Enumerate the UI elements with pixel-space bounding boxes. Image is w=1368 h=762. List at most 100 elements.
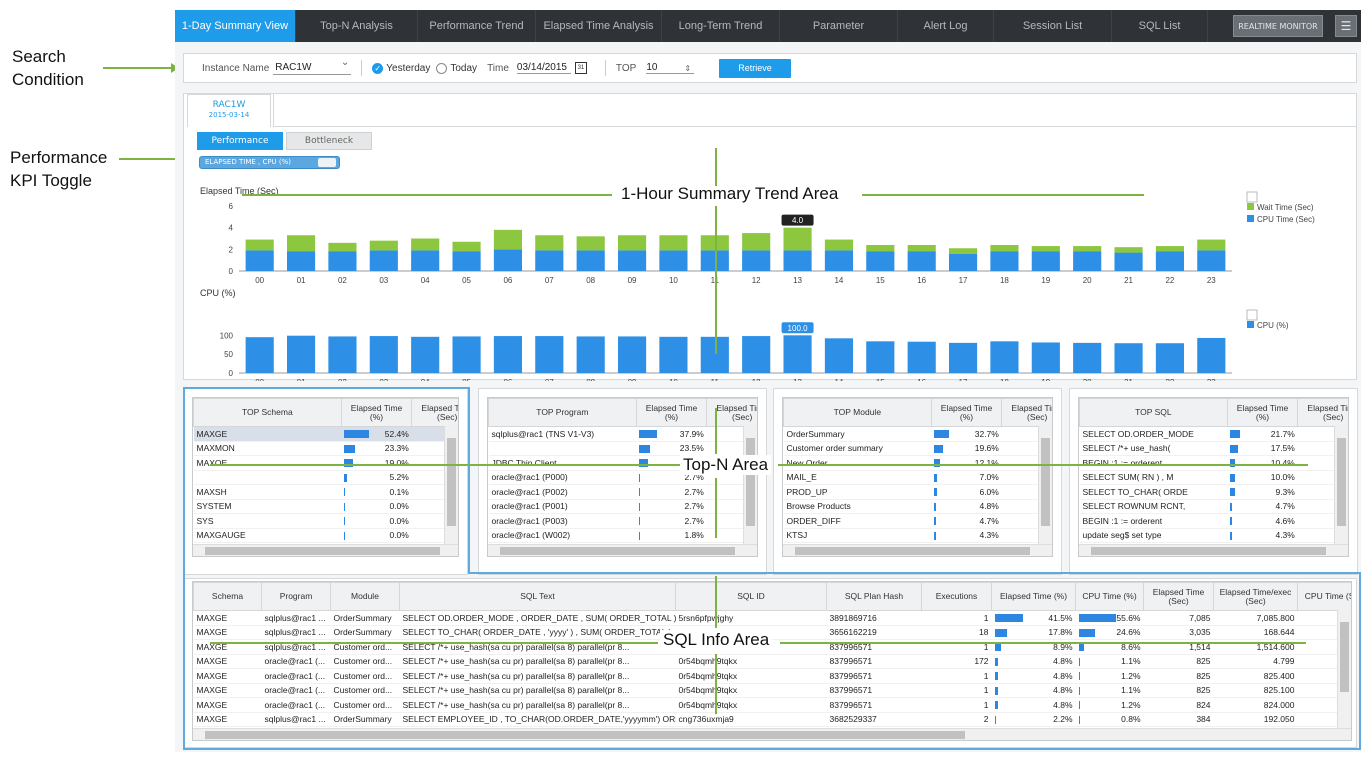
horizontal-scrollbar[interactable] [783, 544, 1052, 556]
calendar-icon[interactable]: 31 [574, 62, 587, 74]
bar-cpu-time-sec-[interactable] [1155, 251, 1185, 272]
table-row[interactable]: SELECT /*+ use_hash(17.5%5, [1079, 441, 1348, 456]
bar-cpu-[interactable] [866, 341, 895, 373]
bar-wait-time-sec-[interactable] [576, 236, 605, 251]
bar-cpu-time-sec-[interactable] [245, 250, 274, 271]
horizontal-scrollbar[interactable] [1079, 544, 1348, 556]
scroll-thumb[interactable] [500, 547, 735, 555]
hamburger-menu-icon[interactable]: ☰ [1335, 15, 1357, 37]
scroll-thumb[interactable] [746, 438, 755, 526]
table-row[interactable]: 23.5%7, [488, 441, 757, 456]
bar-cpu-[interactable] [824, 338, 854, 373]
table-row[interactable]: oracle@rac1 (P002) 2.7% [488, 484, 757, 500]
vertical-scrollbar[interactable] [1334, 426, 1348, 544]
today-label[interactable]: Today [450, 63, 477, 74]
bar-wait-time-sec-[interactable] [411, 238, 440, 251]
table-row[interactable]: MAIL_E7.0%2, [783, 470, 1052, 485]
bar-wait-time-sec-[interactable] [659, 235, 688, 251]
bar-cpu-[interactable] [328, 336, 357, 373]
bar-cpu-[interactable] [659, 336, 688, 373]
tab-performance-trend[interactable]: Performance Trend [418, 10, 536, 42]
bar-wait-time-sec-[interactable] [948, 248, 978, 254]
table-row[interactable]: oracle@rac1 (P001) 2.7% [488, 499, 757, 514]
tab-session-list[interactable]: Session List [994, 10, 1112, 42]
top-n-stepper[interactable]: 10 [646, 62, 695, 74]
bar-cpu-time-sec-[interactable] [369, 250, 398, 271]
tab-elapsed-time-analysis[interactable]: Elapsed Time Analysis [536, 10, 662, 42]
bar-wait-time-sec-[interactable] [328, 242, 357, 252]
bar-cpu-time-sec-[interactable] [1031, 251, 1060, 272]
bar-wait-time-sec-[interactable] [824, 239, 854, 251]
horizontal-scrollbar[interactable] [488, 544, 757, 556]
bar-cpu-time-sec-[interactable] [1114, 252, 1143, 271]
bar-wait-time-sec-[interactable] [493, 229, 523, 250]
bar-cpu-time-sec-[interactable] [535, 250, 564, 271]
column-header[interactable]: Elapsed Time (Sec) [1001, 398, 1052, 427]
bar-cpu-[interactable] [907, 341, 936, 373]
today-radio[interactable] [436, 62, 448, 74]
table-row[interactable]: KTSJ4.3%1, [783, 528, 1052, 543]
tab-1-day-summary[interactable]: 1-Day Summary View [175, 10, 296, 42]
bar-cpu-[interactable] [286, 335, 316, 373]
bar-wait-time-sec-[interactable] [1114, 247, 1143, 253]
bar-cpu-time-sec-[interactable] [907, 251, 936, 272]
bar-cpu-[interactable] [1114, 343, 1143, 373]
bar-wait-time-sec-[interactable] [617, 235, 647, 251]
column-header[interactable]: Elapsed Time (%) [930, 398, 1003, 427]
bar-cpu-time-sec-[interactable] [866, 251, 895, 272]
table-row[interactable]: OrderSummary32.7%10, [783, 426, 1052, 442]
bar-wait-time-sec-[interactable] [452, 241, 481, 252]
bar-cpu-time-sec-[interactable] [783, 250, 812, 271]
vertical-scrollbar[interactable] [743, 426, 757, 544]
bar-cpu-time-sec-[interactable] [328, 251, 357, 272]
bar-cpu-[interactable] [245, 337, 274, 373]
bar-wait-time-sec-[interactable] [1073, 246, 1102, 252]
bar-cpu-[interactable] [1155, 343, 1185, 373]
bar-cpu-time-sec-[interactable] [990, 251, 1019, 272]
table-row[interactable]: oracle@rac1 (P003) 2.7% [488, 513, 757, 529]
bar-cpu-[interactable] [617, 336, 647, 373]
table-row[interactable]: oracle@rac1 (W002) 1.8% [488, 528, 757, 543]
scroll-thumb[interactable] [795, 547, 1030, 555]
tab-alert-log[interactable]: Alert Log [898, 10, 994, 42]
scroll-thumb[interactable] [1041, 438, 1050, 526]
realtime-monitor-button[interactable]: REALTIME MONITOR [1233, 15, 1323, 37]
bar-wait-time-sec-[interactable] [535, 235, 564, 251]
table-row[interactable]: BEGIN :1 := orderent4.6%1, [1079, 513, 1348, 529]
bar-cpu-[interactable] [493, 336, 523, 373]
bar-wait-time-sec-[interactable] [245, 239, 274, 251]
bar-cpu-time-sec-[interactable] [659, 250, 688, 271]
yesterday-radio[interactable]: ✓ [372, 62, 384, 74]
bar-cpu-[interactable] [783, 335, 812, 373]
bar-cpu-time-sec-[interactable] [948, 253, 978, 271]
table-row[interactable]: sqlplus@rac1 (TNS V1-V3)37.9%1 [488, 426, 757, 442]
bar-cpu-time-sec-[interactable] [742, 250, 771, 271]
bar-wait-time-sec-[interactable] [1155, 246, 1185, 252]
bar-wait-time-sec-[interactable] [286, 235, 316, 252]
table-row[interactable]: New Order12.1%3, [783, 455, 1052, 471]
column-header[interactable]: Elapsed Time (%) [1226, 398, 1299, 427]
bar-wait-time-sec-[interactable] [866, 245, 895, 252]
retrieve-button[interactable]: Retrieve [719, 58, 792, 78]
table-row[interactable]: PROD_UP6.0%1, [783, 484, 1052, 500]
bar-wait-time-sec-[interactable] [990, 245, 1019, 252]
bar-cpu-time-sec-[interactable] [411, 250, 440, 271]
column-header[interactable]: Elapsed Time (Sec) [1297, 398, 1348, 427]
bar-cpu-time-sec-[interactable] [576, 250, 605, 271]
table-row[interactable]: Browse Products4.8%1, [783, 499, 1052, 514]
bar-cpu-[interactable] [369, 336, 398, 373]
table-row[interactable]: Customer order summary19.6%6, [783, 441, 1052, 456]
instance-select[interactable]: RAC1W [273, 57, 352, 75]
bar-cpu-time-sec-[interactable] [1073, 251, 1102, 272]
bar-wait-time-sec-[interactable] [783, 227, 812, 251]
bar-cpu-time-sec-[interactable] [493, 249, 523, 271]
bar-cpu-time-sec-[interactable] [452, 251, 481, 272]
bar-cpu-time-sec-[interactable] [617, 250, 647, 271]
bar-cpu-[interactable] [742, 336, 771, 373]
bar-cpu-time-sec-[interactable] [824, 250, 854, 271]
yesterday-label[interactable]: Yesterday [386, 63, 430, 74]
column-header[interactable]: TOP Module [783, 398, 932, 427]
table-row[interactable]: update seg$ set type4.3%1, [1079, 528, 1348, 543]
chart-export-icon[interactable] [1246, 309, 1258, 321]
bar-wait-time-sec-[interactable] [369, 240, 398, 251]
